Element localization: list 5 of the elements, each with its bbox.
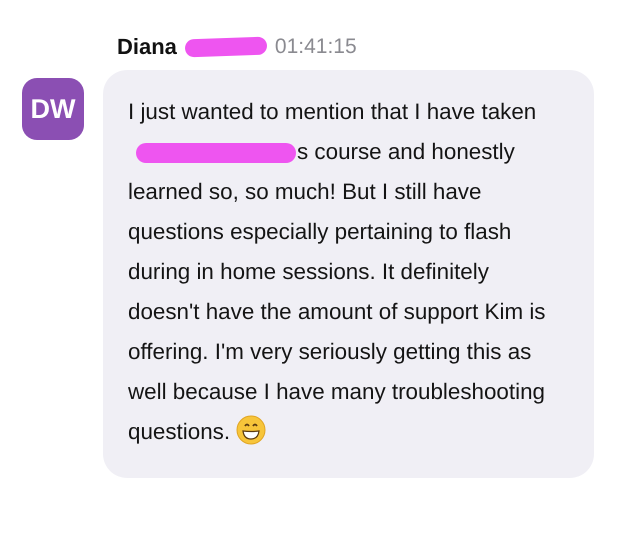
avatar: DW	[22, 78, 84, 140]
smiley-icon	[236, 415, 266, 445]
author-name: Diana	[117, 34, 177, 60]
message-time: 01:41:15	[274, 35, 357, 59]
message-text: I just wanted to mention that I have taken s course and honestly learned so, so much! But I still have questions especially pertaining to flash during in home sessions. It definitely doesn't have the amount of support Kim is offering. I'm very seriously getting this as well because I have many troubleshooting questions.	[128, 98, 546, 447]
